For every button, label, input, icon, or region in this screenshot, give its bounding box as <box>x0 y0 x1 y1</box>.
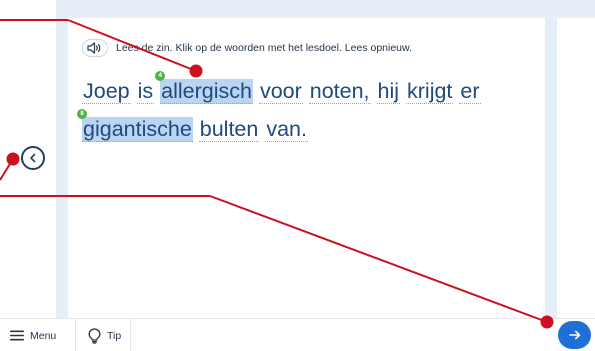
menu-button[interactable]: Menu <box>10 319 56 351</box>
next-button[interactable] <box>558 321 591 349</box>
arrow-right-icon <box>568 330 580 340</box>
word[interactable]: krijgt <box>406 79 454 104</box>
chevron-left-icon <box>30 153 36 163</box>
word[interactable]: noten, <box>308 79 371 104</box>
instruction-row: Lees de zin. Klik op de woorden met het … <box>82 38 412 58</box>
lightbulb-icon <box>88 327 101 344</box>
back-button[interactable] <box>21 146 45 170</box>
word[interactable]: Joep <box>82 79 131 104</box>
word[interactable]: is <box>136 79 155 104</box>
count-badge: 8 <box>77 109 87 119</box>
speaker-icon <box>87 42 101 54</box>
bottom-toolbar: Menu Tip <box>0 318 595 351</box>
top-band <box>56 0 595 18</box>
word[interactable]: er <box>459 79 481 104</box>
toolbar-divider <box>75 319 76 351</box>
menu-label: Menu <box>30 329 57 342</box>
instruction-text: Lees de zin. Klik op de woorden met het … <box>116 42 412 54</box>
word-selected[interactable]: 8 gigantische <box>77 109 193 142</box>
word[interactable]: hij <box>376 79 401 104</box>
word-selected[interactable]: 4 allergisch <box>155 71 253 104</box>
tip-label: Tip <box>107 329 122 342</box>
audio-button[interactable] <box>82 39 108 57</box>
workspace: Lees de zin. Klik op de woorden met het … <box>0 0 595 318</box>
word-text: allergisch <box>161 79 252 103</box>
word[interactable]: bulten <box>198 117 260 142</box>
word[interactable]: voor <box>258 79 303 104</box>
sentence: Joep is 4 allergisch voor noten, hij krij… <box>77 71 532 148</box>
right-column <box>557 18 595 318</box>
right-band <box>545 0 557 318</box>
tip-button[interactable]: Tip <box>88 319 121 351</box>
left-band <box>56 0 68 318</box>
exercise-card <box>68 18 545 318</box>
word[interactable]: van. <box>265 117 308 142</box>
word-text: gigantische <box>83 117 192 141</box>
toolbar-divider <box>130 319 131 351</box>
hamburger-icon <box>10 330 24 341</box>
